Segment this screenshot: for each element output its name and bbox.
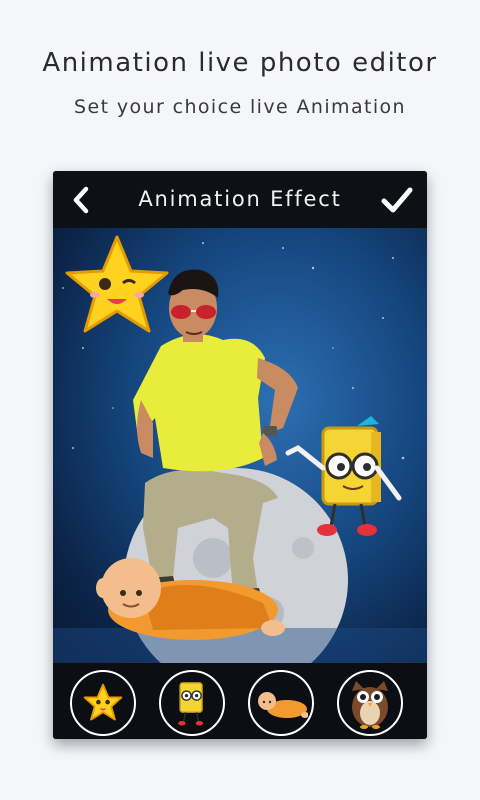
back-button[interactable] <box>67 184 95 216</box>
sticker-option-book[interactable] <box>159 670 225 736</box>
sticker-option-monk[interactable] <box>248 670 314 736</box>
confirm-button[interactable] <box>379 183 415 217</box>
sticker-tray <box>53 663 427 739</box>
sticker-option-owl[interactable] <box>337 670 403 736</box>
photo-scene <box>53 235 427 663</box>
sticker-option-star[interactable] <box>70 670 136 736</box>
subheadline: Set your choice live Animation <box>74 96 406 118</box>
headline: Animation live photo editor <box>42 48 438 78</box>
star-sticker <box>65 235 169 333</box>
book-sticker-icon <box>178 682 204 726</box>
checkmark-icon <box>381 187 413 213</box>
photo-canvas[interactable] <box>53 228 427 663</box>
editor-frame: Animation Effect <box>53 171 427 739</box>
monk-sticker-icon <box>258 692 308 718</box>
owl-sticker-icon <box>352 681 388 729</box>
chevron-left-icon <box>73 186 89 214</box>
top-bar: Animation Effect <box>53 171 427 228</box>
editor-title: Animation Effect <box>138 187 342 211</box>
star-sticker-icon <box>83 683 123 721</box>
